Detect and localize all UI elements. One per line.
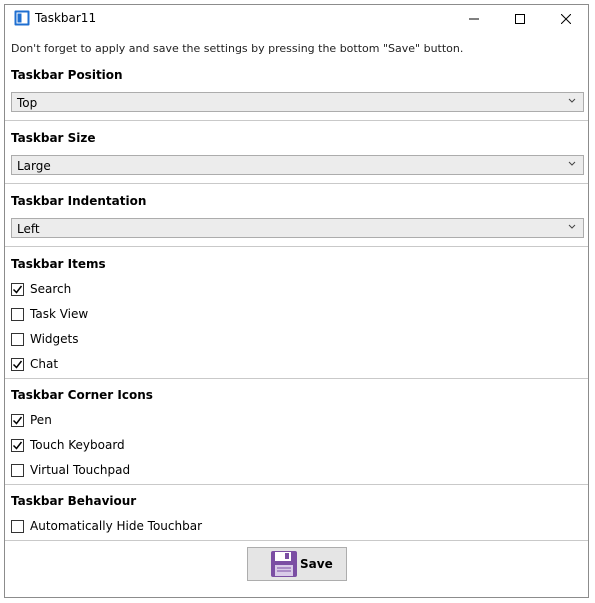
checkbox-task-view[interactable]: Task View — [11, 307, 88, 321]
section-corner-icons: Taskbar Corner Icons Pen Touch Keyboard … — [5, 378, 588, 484]
checkbox-box[interactable] — [11, 282, 24, 296]
checkbox-label: Task View — [30, 307, 89, 321]
checkbox-widgets[interactable]: Widgets — [11, 332, 79, 346]
select-value: Large — [17, 159, 51, 173]
section-title: Taskbar Size — [11, 131, 96, 145]
checkbox-box[interactable] — [11, 438, 24, 452]
minimize-button[interactable] — [451, 5, 497, 33]
window-title: Taskbar11 — [35, 11, 97, 25]
checkmark-icon — [12, 441, 23, 450]
checkbox-box[interactable] — [11, 332, 24, 346]
app-icon — [14, 10, 30, 26]
checkmark-icon — [12, 416, 23, 425]
footer-separator — [5, 540, 588, 541]
checkbox-label: Chat — [30, 357, 59, 371]
checkbox-search[interactable]: Search — [11, 282, 71, 296]
checkbox-box[interactable] — [11, 357, 24, 371]
close-icon — [561, 14, 571, 24]
save-label: Save — [300, 557, 333, 571]
section-size: Taskbar Size Large — [5, 120, 588, 183]
checkbox-box[interactable] — [11, 519, 24, 533]
save-button[interactable]: Save — [247, 547, 347, 581]
section-title: Taskbar Indentation — [11, 194, 147, 208]
select-value: Left — [17, 222, 40, 236]
checkbox-pen[interactable]: Pen — [11, 413, 52, 427]
title-bar: Taskbar11 — [5, 5, 588, 33]
checkbox-box[interactable] — [11, 307, 24, 321]
chevron-down-icon — [568, 98, 576, 103]
position-select[interactable]: Top — [11, 92, 584, 112]
maximize-icon — [515, 14, 525, 24]
floppy-disk-icon — [271, 551, 297, 577]
section-title: Taskbar Behaviour — [11, 494, 137, 508]
select-value: Top — [17, 96, 38, 110]
app-window: Taskbar11 Don't forget to apply and save… — [4, 4, 589, 598]
section-indentation: Taskbar Indentation Left — [5, 183, 588, 246]
checkbox-box[interactable] — [11, 463, 24, 477]
section-title: Taskbar Items — [11, 257, 106, 271]
checkmark-icon — [12, 285, 23, 294]
checkbox-virtual-touchpad[interactable]: Virtual Touchpad — [11, 463, 130, 477]
close-button[interactable] — [543, 5, 589, 33]
checkbox-auto-hide-touchbar[interactable]: Automatically Hide Touchbar — [11, 519, 202, 533]
minimize-icon — [469, 18, 479, 20]
checkmark-icon — [12, 360, 23, 369]
checkbox-label: Widgets — [30, 332, 79, 346]
section-title: Taskbar Position — [11, 68, 123, 82]
checkbox-label: Virtual Touchpad — [30, 463, 131, 477]
checkbox-label: Pen — [30, 413, 52, 427]
checkbox-box[interactable] — [11, 413, 24, 427]
indentation-select[interactable]: Left — [11, 218, 584, 238]
section-behaviour: Taskbar Behaviour Automatically Hide Tou… — [5, 484, 588, 540]
checkbox-chat[interactable]: Chat — [11, 357, 58, 371]
checkbox-label: Search — [30, 282, 72, 296]
section-title: Taskbar Corner Icons — [11, 388, 153, 402]
checkbox-label: Automatically Hide Touchbar — [30, 519, 202, 533]
checkbox-label: Touch Keyboard — [30, 438, 125, 452]
size-select[interactable]: Large — [11, 155, 584, 175]
maximize-button[interactable] — [497, 5, 543, 33]
chevron-down-icon — [568, 161, 576, 166]
section-items: Taskbar Items Search Task View Widgets C… — [5, 246, 588, 378]
save-notice: Don't forget to apply and save the setti… — [11, 42, 464, 55]
chevron-down-icon — [568, 224, 576, 229]
checkbox-touch-keyboard[interactable]: Touch Keyboard — [11, 438, 125, 452]
